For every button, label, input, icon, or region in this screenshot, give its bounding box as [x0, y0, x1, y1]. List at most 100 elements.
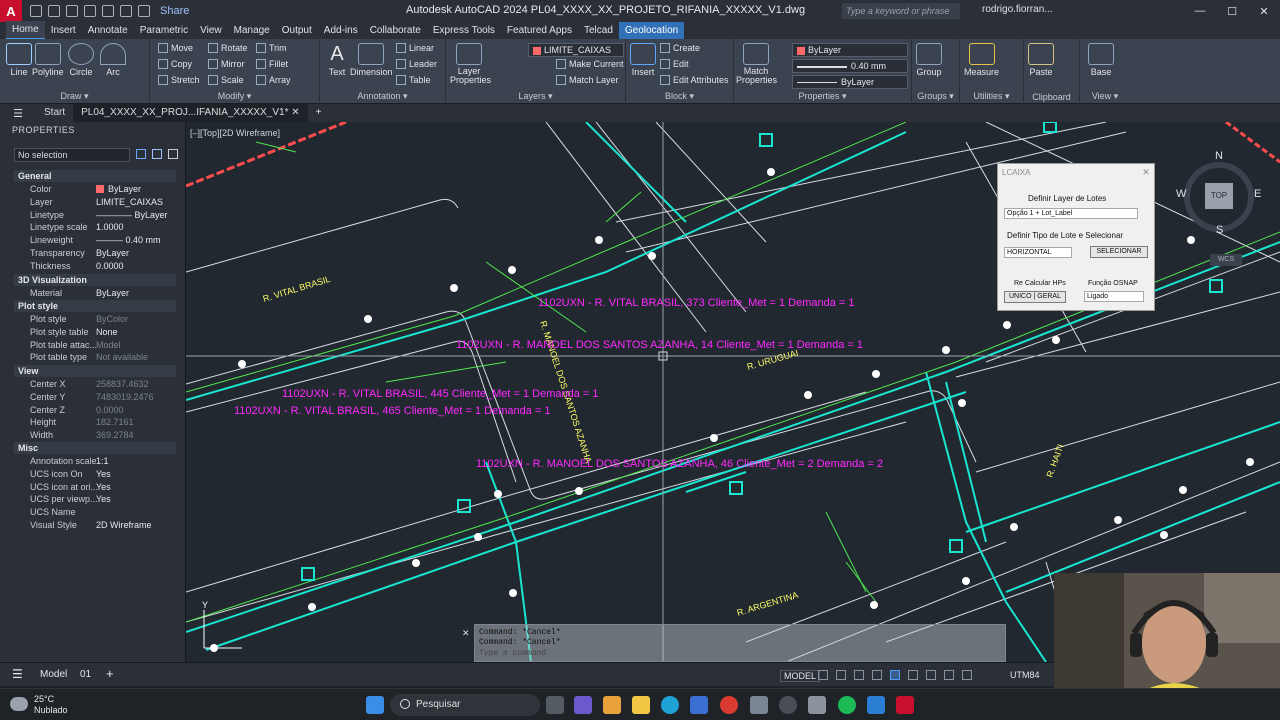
task-view-icon[interactable]: [546, 696, 564, 714]
weather-widget[interactable]: 25°C Nublado: [34, 694, 68, 716]
leader-button[interactable]: Leader: [396, 59, 437, 69]
property-row[interactable]: Center Z 0.0000: [14, 404, 176, 417]
property-row[interactable]: UCS Name: [14, 506, 176, 519]
property-row[interactable]: Transparency ByLayer: [14, 247, 176, 260]
snap-icon[interactable]: [836, 670, 846, 680]
app-icon[interactable]: [808, 696, 826, 714]
tab-featured-apps[interactable]: Featured Apps: [501, 22, 578, 39]
match-layer-button[interactable]: Match Layer: [556, 75, 619, 85]
quick-select-icon[interactable]: [168, 149, 178, 159]
measure-button[interactable]: Measure: [964, 43, 999, 77]
selecionar-button[interactable]: SELECIONAR: [1090, 246, 1148, 258]
spotify-icon[interactable]: [838, 696, 856, 714]
compass-north[interactable]: N: [1215, 150, 1223, 162]
app-icon[interactable]: [603, 696, 621, 714]
transparency-icon[interactable]: [944, 670, 954, 680]
chrome-icon[interactable]: [720, 696, 738, 714]
layout-menu-icon[interactable]: ☰: [12, 667, 23, 681]
property-row[interactable]: Color ByLayer: [14, 183, 176, 196]
property-row[interactable]: Material ByLayer: [14, 287, 176, 300]
polyline-button[interactable]: Polyline: [32, 43, 64, 77]
dialog-close-icon[interactable]: ✕: [1141, 167, 1151, 177]
paste-button[interactable]: Paste: [1028, 43, 1054, 77]
select-objects-icon[interactable]: [152, 149, 162, 159]
view-panel-title[interactable]: View ▾: [1080, 91, 1130, 102]
close-tab-icon[interactable]: ✕: [291, 107, 299, 118]
maximize-button[interactable]: ☐: [1216, 0, 1248, 22]
polar-icon[interactable]: [872, 670, 882, 680]
property-row[interactable]: Plot table attac... Model: [14, 339, 176, 352]
tab-annotate[interactable]: Annotate: [82, 22, 134, 39]
property-row[interactable]: Layer LIMITE_CAIXAS: [14, 196, 176, 209]
new-tab-button[interactable]: +: [308, 104, 330, 122]
layer-option-select[interactable]: Opção 1 + Lot_Label: [1004, 208, 1138, 219]
recalcular-toggle[interactable]: UNICO | GERAL: [1004, 291, 1066, 303]
settings-icon[interactable]: [779, 696, 797, 714]
geolocation-coords[interactable]: UTM84: [1010, 670, 1040, 680]
array-button[interactable]: Array: [256, 75, 291, 85]
command-close-icon[interactable]: ✕: [462, 628, 470, 639]
properties-panel-title[interactable]: Properties ▾: [734, 91, 911, 102]
save-as-icon[interactable]: [84, 5, 96, 17]
layout-tab-01[interactable]: 01: [80, 669, 91, 680]
share-button[interactable]: Share: [160, 5, 189, 17]
property-row[interactable]: Thickness 0.0000: [14, 260, 176, 273]
property-row[interactable]: Plot style ByColor: [14, 313, 176, 326]
modify-panel-title[interactable]: Modify ▾: [150, 91, 319, 102]
arc-button[interactable]: Arc: [100, 43, 126, 77]
group-button[interactable]: Group: [916, 43, 942, 77]
property-row[interactable]: UCS icon On Yes: [14, 468, 176, 481]
add-layout-button[interactable]: +: [106, 666, 114, 681]
compass-south[interactable]: S: [1216, 224, 1223, 236]
property-row[interactable]: Visual Style 2D Wireframe: [14, 519, 176, 532]
undo-icon[interactable]: [120, 5, 132, 17]
new-icon[interactable]: [30, 5, 42, 17]
property-row[interactable]: Plot style table None: [14, 326, 176, 339]
property-row[interactable]: Width 369.2784: [14, 429, 176, 442]
start-tab[interactable]: Start: [36, 104, 73, 122]
minimize-button[interactable]: —: [1184, 0, 1216, 22]
model-space-button[interactable]: MODEL: [780, 670, 821, 682]
color-dropdown[interactable]: ByLayer: [792, 43, 908, 57]
tab-telcad[interactable]: Telcad: [578, 22, 619, 39]
layers-panel-title[interactable]: Layers ▾: [446, 91, 625, 102]
edge-icon[interactable]: [661, 696, 679, 714]
autocad-logo[interactable]: A: [0, 0, 22, 22]
tipo-lote-select[interactable]: HORIZONTAL: [1004, 247, 1072, 258]
open-icon[interactable]: [48, 5, 60, 17]
osnap-icon[interactable]: [890, 670, 900, 680]
property-row[interactable]: UCS per viewp... Yes: [14, 493, 176, 506]
redo-icon[interactable]: [138, 5, 150, 17]
section-plot-style[interactable]: Plot style: [14, 300, 176, 312]
tab-collaborate[interactable]: Collaborate: [364, 22, 427, 39]
print-icon[interactable]: [102, 5, 114, 17]
stretch-button[interactable]: Stretch: [158, 75, 200, 85]
grid-icon[interactable]: [818, 670, 828, 680]
trim-button[interactable]: Trim: [256, 43, 287, 53]
property-row[interactable]: Linetype ———— ByLayer: [14, 209, 176, 222]
match-properties-button[interactable]: Match Properties: [736, 43, 777, 85]
osnap-select[interactable]: Ligado: [1084, 291, 1144, 302]
command-input[interactable]: Type a command: [479, 649, 999, 659]
viewcube-top-face[interactable]: TOP: [1205, 183, 1233, 209]
block-panel-title[interactable]: Block ▾: [626, 91, 733, 102]
ortho-icon[interactable]: [854, 670, 864, 680]
circle-button[interactable]: Circle: [68, 43, 94, 77]
property-row[interactable]: Linetype scale 1.0000: [14, 221, 176, 234]
layer-dropdown[interactable]: LIMITE_CAIXAS: [528, 43, 624, 57]
user-account[interactable]: rodrigo.fiorran...: [982, 4, 1053, 15]
search-input[interactable]: Type a keyword or phrase: [842, 3, 960, 19]
dimension-button[interactable]: Dimension: [350, 43, 393, 77]
fillet-button[interactable]: Fillet: [256, 59, 288, 69]
drawing-tab[interactable]: PL04_XXXX_XX_PROJ...IFANIA_XXXXX_V1* ✕: [73, 104, 308, 122]
weather-icon[interactable]: [10, 697, 28, 711]
move-button[interactable]: Move: [158, 43, 193, 53]
tab-home[interactable]: Home: [6, 21, 45, 40]
windows-start-icon[interactable]: [366, 696, 384, 714]
tab-parametric[interactable]: Parametric: [134, 22, 194, 39]
app-icon[interactable]: [750, 696, 768, 714]
base-button[interactable]: Base: [1088, 43, 1114, 77]
toggle-pickadd-icon[interactable]: [136, 149, 146, 159]
groups-panel-title[interactable]: Groups ▾: [912, 91, 959, 102]
selection-dropdown[interactable]: No selection: [14, 148, 130, 162]
